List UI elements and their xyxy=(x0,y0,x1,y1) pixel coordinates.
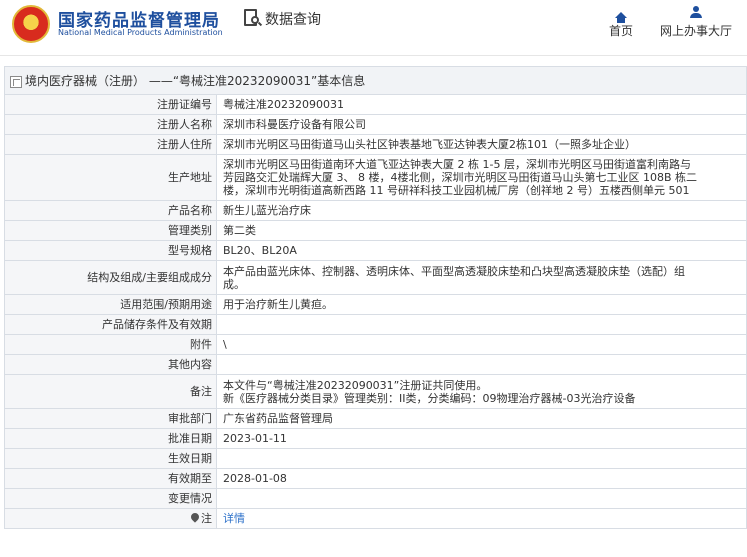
field-label: 生效日期 xyxy=(4,448,217,469)
field-label: 附件 xyxy=(4,334,217,355)
field-label: 注册证编号 xyxy=(4,94,217,115)
field-label: 其他内容 xyxy=(4,354,217,375)
note-label: 注 xyxy=(201,512,212,525)
field-value: 深圳市光明区马田街道马山头社区钟表基地飞亚达钟表大厦2栋101（一照多址企业） xyxy=(216,134,747,155)
field-value xyxy=(216,314,747,335)
field-label: 产品名称 xyxy=(4,200,217,221)
field-label: 适用范围/预期用途 xyxy=(4,294,217,315)
field-value-line: 用于治疗新生儿黄疸。 xyxy=(223,298,333,311)
field-value-line: 新生儿蓝光治疗床 xyxy=(223,204,311,217)
note-label-cell: 注 xyxy=(4,508,217,529)
record-title: 境内医疗器械（注册） ——“粤械注准20232090031”基本信息 xyxy=(25,74,366,88)
field-value xyxy=(216,488,747,509)
field-value-line: 2028-01-08 xyxy=(223,472,287,485)
table-row: 注册证编号 粤械注准20232090031 xyxy=(4,94,747,115)
field-label: 型号规格 xyxy=(4,240,217,261)
field-value-line: 2023-01-11 xyxy=(223,432,287,445)
field-value: BL20、BL20A xyxy=(216,240,747,261)
table-row: 适用范围/预期用途 用于治疗新生儿黄疸。 xyxy=(4,294,747,315)
field-value-line: 成。 xyxy=(223,277,245,291)
record-title-bar: 境内医疗器械（注册） ——“粤械注准20232090031”基本信息 xyxy=(4,66,747,94)
field-label: 注册人名称 xyxy=(4,114,217,135)
table-row: 审批部门 广东省药品监督管理局 xyxy=(4,408,747,429)
table-row: 变更情况 xyxy=(4,488,747,509)
field-value xyxy=(216,448,747,469)
field-value: 2023-01-11 xyxy=(216,428,747,449)
field-label: 备注 xyxy=(4,374,217,409)
table-row: 其他内容 xyxy=(4,354,747,375)
details-link[interactable]: 详情 xyxy=(223,512,245,525)
field-label: 管理类别 xyxy=(4,220,217,241)
field-value-line: BL20、BL20A xyxy=(223,244,297,257)
table-row: 管理类别 第二类 xyxy=(4,220,747,241)
field-value: 用于治疗新生儿黄疸。 xyxy=(216,294,747,315)
field-value: 本产品由蓝光床体、控制器、透明床体、平面型高透凝胶床垫和凸块型高透凝胶床垫（选配… xyxy=(216,260,747,295)
field-value: 新生儿蓝光治疗床 xyxy=(216,200,747,221)
field-value-line: 广东省药品监督管理局 xyxy=(223,412,333,425)
field-value-line: 深圳市科曼医疗设备有限公司 xyxy=(223,118,366,131)
field-value: 2028-01-08 xyxy=(216,468,747,489)
field-value: 第二类 xyxy=(216,220,747,241)
window-icon xyxy=(10,75,22,88)
field-value-line: 本产品由蓝光床体、控制器、透明床体、平面型高透凝胶床垫和凸块型高透凝胶床垫（选配… xyxy=(223,264,685,278)
data-query-link[interactable]: 数据查询 xyxy=(244,9,321,29)
table-row: 有效期至 2028-01-08 xyxy=(4,468,747,489)
field-value-line: 芳园路交汇处瑞辉大厦 3、 8 楼，4楼北侧，深圳市光明区马田街道马山头第七工业… xyxy=(223,171,698,184)
data-query-title: 数据查询 xyxy=(265,12,321,28)
field-value-line: \ xyxy=(223,338,227,351)
field-value: 粤械注准20232090031 xyxy=(216,94,747,115)
note-row: 注详情 xyxy=(4,508,747,529)
site-header: 国家药品监督管理局 National Medical Products Admi… xyxy=(0,0,747,56)
table-row: 注册人住所 深圳市光明区马田街道马山头社区钟表基地飞亚达钟表大厦2栋101（一照多… xyxy=(4,134,747,155)
field-label: 批准日期 xyxy=(4,428,217,449)
field-value: 深圳市光明区马田街道南环大道飞亚达钟表大厦 2 栋 1-5 层，深圳市光明区马田… xyxy=(216,154,747,201)
table-row: 备注 本文件与“粤械注准20232090031”注册证共同使用。 新《医疗器械分类目… xyxy=(4,374,747,409)
search-document-icon xyxy=(244,9,263,29)
field-value-line: 本文件与“粤械注准20232090031”注册证共同使用。 xyxy=(223,378,488,392)
table-row: 注册人名称 深圳市科曼医疗设备有限公司 xyxy=(4,114,747,135)
table-row: 生效日期 xyxy=(4,448,747,469)
field-value: 深圳市科曼医疗设备有限公司 xyxy=(216,114,747,135)
table-row: 附件 \ xyxy=(4,334,747,355)
field-value-line: 深圳市光明区马田街道马山头社区钟表基地飞亚达钟表大厦2栋101（一照多址企业） xyxy=(223,138,636,151)
home-icon xyxy=(615,12,627,23)
table-row: 生产地址 深圳市光明区马田街道南环大道飞亚达钟表大厦 2 栋 1-5 层，深圳市光… xyxy=(4,154,747,201)
note-value-cell: 详情 xyxy=(216,508,747,529)
field-value xyxy=(216,354,747,375)
nav-online-label: 网上办事大厅 xyxy=(659,24,732,38)
field-value: 广东省药品监督管理局 xyxy=(216,408,747,429)
field-label: 变更情况 xyxy=(4,488,217,509)
field-value: \ xyxy=(216,334,747,355)
field-value: 本文件与“粤械注准20232090031”注册证共同使用。 新《医疗器械分类目录》… xyxy=(216,374,747,409)
field-label: 生产地址 xyxy=(4,154,217,201)
user-icon xyxy=(690,6,702,18)
national-emblem-logo[interactable] xyxy=(12,5,50,43)
table-row: 产品储存条件及有效期 xyxy=(4,314,747,335)
location-pin-icon xyxy=(189,511,201,523)
field-value-line: 粤械注准20232090031 xyxy=(223,98,344,111)
site-logo-en[interactable]: National Medical Products Administration xyxy=(58,28,223,37)
device-info-table: 注册证编号 粤械注准20232090031 注册人名称 深圳市科曼医疗设备有限公司 注册… xyxy=(4,94,747,529)
nav-home[interactable]: 首页 xyxy=(606,6,636,39)
nav-online-service-hall[interactable]: 网上办事大厅 xyxy=(654,6,738,39)
field-value-line: 楼，深圳市光明街道高新西路 11 号研祥科技工业园机械厂房（创祥地 2 号）五楼… xyxy=(223,184,690,197)
field-label: 有效期至 xyxy=(4,468,217,489)
table-row: 产品名称 新生儿蓝光治疗床 xyxy=(4,200,747,221)
table-row: 批准日期 2023-01-11 xyxy=(4,428,747,449)
field-label: 结构及组成/主要组成成分 xyxy=(4,260,217,295)
field-value-line: 新《医疗器械分类目录》管理类别：II类，分类编码：09物理治疗器械-03光治疗设… xyxy=(223,391,636,405)
table-row: 结构及组成/主要组成成分 本产品由蓝光床体、控制器、透明床体、平面型高透凝胶床垫和… xyxy=(4,260,747,295)
nav-home-label: 首页 xyxy=(608,24,633,38)
field-label: 审批部门 xyxy=(4,408,217,429)
field-label: 注册人住所 xyxy=(4,134,217,155)
field-value-line: 第二类 xyxy=(223,224,256,237)
field-value-line: 深圳市光明区马田街道南环大道飞亚达钟表大厦 2 栋 1-5 层，深圳市光明区马田… xyxy=(223,158,691,171)
field-label: 产品储存条件及有效期 xyxy=(4,314,217,335)
table-row: 型号规格 BL20、BL20A xyxy=(4,240,747,261)
